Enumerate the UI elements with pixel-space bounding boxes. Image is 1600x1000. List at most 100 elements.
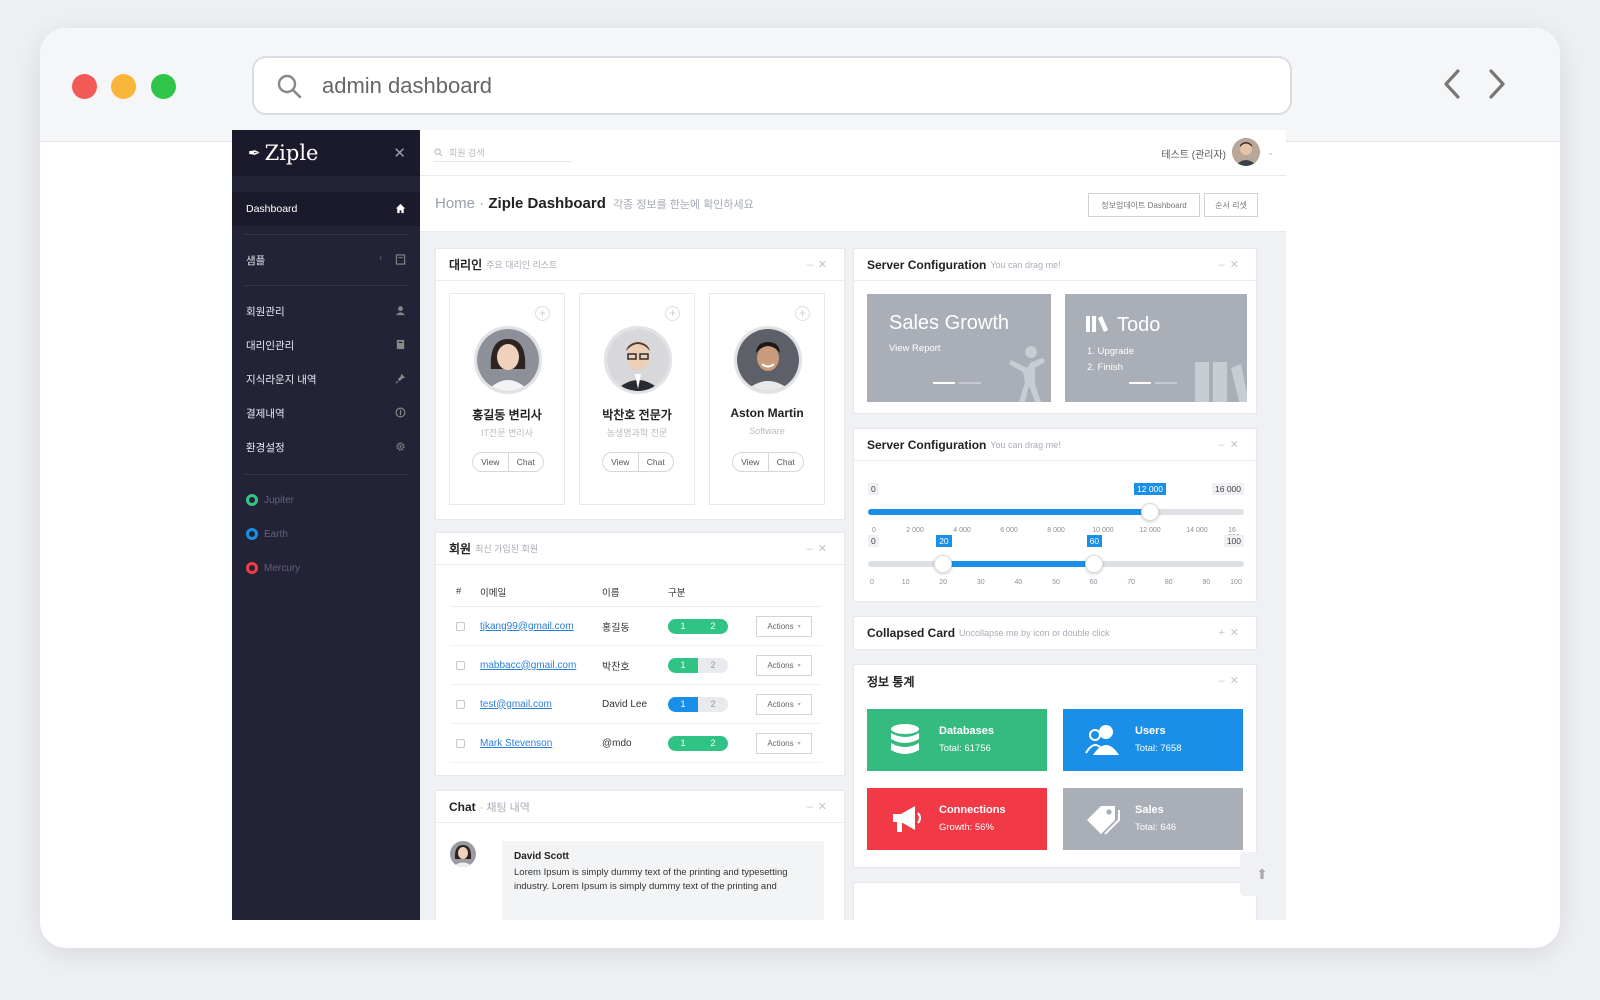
sidebar-item-label: Dashboard (246, 203, 298, 215)
close-sidebar-icon[interactable]: ✕ (393, 144, 406, 162)
add-icon[interactable]: + (795, 306, 810, 321)
row-checkbox[interactable] (456, 621, 465, 631)
planet-mercury[interactable]: Mercury (232, 551, 420, 585)
chat-button[interactable]: Chat (639, 453, 674, 471)
stat-users[interactable]: Users Total: 7658 (1063, 709, 1243, 771)
agent-photo (604, 326, 672, 394)
scroll-to-top-button[interactable]: ⬆ (1240, 852, 1284, 896)
pill-segment[interactable]: 2 (698, 696, 728, 712)
card-header: Collapsed Card Uncollapse me by icon or … (854, 617, 1256, 649)
planet-earth[interactable]: Earth (232, 517, 420, 551)
pill-segment[interactable]: 2 (698, 735, 728, 751)
pill-segment[interactable]: 2 (698, 657, 728, 673)
maximize-window-button[interactable] (151, 74, 176, 99)
chat-button[interactable]: Chat (509, 453, 544, 471)
sidebar-item-dashboard[interactable]: Dashboard (232, 192, 420, 226)
sales-growth-tile[interactable]: Sales Growth View Report (867, 294, 1051, 402)
sidebar-item-payments[interactable]: 결제내역 (232, 396, 420, 430)
card-controls[interactable]: –✕ (807, 542, 832, 555)
slider-handle-low[interactable] (934, 555, 953, 573)
database-icon (891, 724, 919, 754)
members-table: # 이메일 이름 구분 tjkang99@gmail.com 홍길동 1 2 Actio… (450, 577, 822, 763)
user-name[interactable]: 테스트 (관리자) (1161, 146, 1226, 161)
card-title: Server Configuration (867, 437, 987, 452)
actions-dropdown[interactable]: Actions ▾ (756, 654, 812, 676)
sidebar-item-label: 샘플 (246, 254, 266, 267)
sidebar-item-sample[interactable]: 샘플 ‹ (232, 243, 420, 277)
collapsed-card[interactable]: Collapsed Card Uncollapse me by icon or … (853, 616, 1257, 650)
card-title: 회원 (449, 542, 472, 556)
actions-dropdown[interactable]: Actions ▾ (756, 732, 812, 754)
sidebar-item-agents[interactable]: 대리인관리 (232, 328, 420, 362)
breadcrumb-title: Ziple Dashboard (488, 195, 606, 212)
sidebar-item-knowledge-lounge[interactable]: 지식라운지 내역 (232, 362, 420, 396)
card-controls[interactable]: –✕ (807, 800, 832, 813)
member-email-link[interactable]: mabbacc@gmail.com (480, 660, 576, 671)
tick-label: 40 (1014, 579, 1023, 586)
sidebar-item-members[interactable]: 회원관리 (232, 294, 420, 328)
range-slider-double[interactable]: 0 100 20 60 0 10 20 30 40 50 60 70 80 90 100 (868, 535, 1244, 591)
card-controls[interactable]: –✕ (1219, 258, 1244, 271)
pill-segment[interactable]: 1 (668, 618, 698, 634)
stat-title: Databases (939, 725, 995, 737)
view-button[interactable]: View (733, 453, 769, 471)
row-checkbox[interactable] (456, 660, 465, 670)
update-dashboard-button[interactable]: 정보업데이트 Dashboard (1088, 193, 1200, 217)
chat-button[interactable]: Chat (769, 453, 804, 471)
agent-actions: View Chat (472, 452, 544, 472)
close-window-button[interactable] (72, 74, 97, 99)
table-row: tjkang99@gmail.com 홍길동 1 2 Actions ▾ (450, 607, 822, 646)
member-type-pill: 12 (668, 696, 728, 712)
chevron-down-icon[interactable]: ⌄ (1267, 148, 1274, 157)
todo-tile[interactable]: Todo 1. Upgrade 2. Finish (1065, 294, 1247, 402)
stat-connections[interactable]: Connections Growth: 56% (867, 788, 1047, 850)
member-email-link[interactable]: tjkang99@gmail.com (480, 621, 574, 632)
pill-segment[interactable]: 2 (698, 618, 728, 634)
pill-segment[interactable]: 1 (668, 696, 698, 712)
planet-jupiter[interactable]: Jupiter (232, 483, 420, 517)
forward-arrow-icon[interactable] (1478, 66, 1514, 102)
agent-card: + Aston Martin Software View Chat (709, 293, 825, 505)
agent-photo (474, 326, 542, 394)
agent-actions: View Chat (602, 452, 674, 472)
user-avatar[interactable] (1232, 138, 1260, 166)
minimize-window-button[interactable] (111, 74, 136, 99)
card-subtitle: Uncollapse me by icon or double click (959, 628, 1110, 638)
member-email-link[interactable]: Mark Stevenson (480, 738, 552, 749)
card-controls[interactable]: +✕ (1218, 626, 1244, 639)
pill-segment[interactable]: 1 (668, 735, 698, 751)
slider-handle[interactable] (1141, 503, 1159, 521)
card-controls[interactable]: –✕ (1219, 674, 1244, 687)
member-email-link[interactable]: test@gmail.com (480, 699, 552, 710)
row-checkbox[interactable] (456, 699, 465, 709)
card-controls[interactable]: –✕ (807, 258, 832, 271)
stats-card: 정보 통계 –✕ Databases Total: 61756 Users To… (853, 664, 1257, 868)
add-icon[interactable]: + (665, 306, 680, 321)
carousel-indicator (1155, 382, 1177, 384)
stat-databases[interactable]: Databases Total: 61756 (867, 709, 1047, 771)
agent-name: 박찬호 전문가 (602, 408, 672, 422)
sidebar-item-settings[interactable]: 환경설정 (232, 430, 420, 464)
address-bar[interactable]: admin dashboard (252, 56, 1292, 115)
stat-value: Growth: 56% (939, 822, 994, 833)
user-icon (395, 306, 406, 316)
row-checkbox[interactable] (456, 738, 465, 748)
back-arrow-icon[interactable] (1435, 66, 1471, 102)
breadcrumb-home[interactable]: Home (435, 195, 475, 212)
card-title: Server Configuration (867, 257, 987, 272)
tile-subtitle: View Report (889, 343, 941, 354)
actions-dropdown[interactable]: Actions ▾ (756, 693, 812, 715)
actions-dropdown[interactable]: Actions ▾ (756, 615, 812, 637)
view-button[interactable]: View (473, 453, 509, 471)
range-slider-single[interactable]: 0 16 000 12 000 0 2 000 4 000 6 000 8 000 10 … (868, 483, 1244, 541)
card-controls[interactable]: –✕ (1219, 438, 1244, 451)
add-icon[interactable]: + (535, 306, 550, 321)
coin-icon (395, 407, 406, 418)
member-search-input[interactable]: 회원 검색 (434, 144, 572, 162)
slider-handle-high[interactable] (1084, 555, 1103, 573)
view-button[interactable]: View (603, 453, 639, 471)
pill-segment[interactable]: 1 (668, 657, 698, 673)
stat-sales[interactable]: Sales Total: 646 (1063, 788, 1243, 850)
reset-order-button[interactable]: 순서 리셋 (1204, 193, 1258, 217)
card-header: 회원 최신 가입된 회원 –✕ (436, 533, 844, 565)
